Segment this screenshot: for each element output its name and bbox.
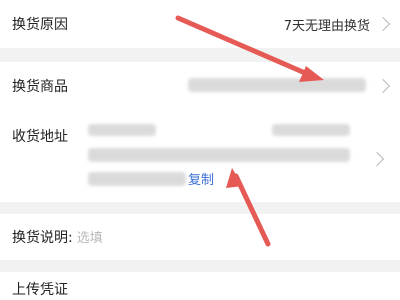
product-value-redacted	[188, 78, 366, 92]
note-label: 换货说明:	[12, 230, 73, 246]
upload-card: 上传凭证	[0, 272, 400, 300]
note-card: 换货说明:	[0, 214, 400, 260]
address-line2-redacted	[88, 172, 186, 186]
reason-row[interactable]: 换货原因 7天无理由换货	[12, 12, 391, 36]
product-label: 换货商品	[12, 79, 68, 95]
address-phone-redacted	[272, 124, 350, 136]
address-name-redacted	[88, 124, 156, 136]
upload-label: 上传凭证	[12, 282, 68, 298]
reason-label: 换货原因	[12, 17, 68, 33]
address-label: 收货地址	[12, 129, 68, 145]
chevron-right-icon[interactable]	[369, 151, 385, 167]
reason-value: 7天无理由换货	[283, 18, 370, 34]
upload-row: 上传凭证	[12, 278, 388, 300]
chevron-right-icon[interactable]	[375, 78, 391, 94]
address-line1-redacted	[88, 148, 350, 162]
note-row: 换货说明:	[12, 224, 388, 250]
copy-address-link[interactable]: 复制	[188, 169, 214, 188]
note-input[interactable]	[72, 229, 337, 245]
reason-card[interactable]: 换货原因 7天无理由换货	[0, 0, 400, 48]
product-address-card: 换货商品 收货地址 复制	[0, 62, 400, 202]
chevron-right-icon[interactable]	[375, 16, 391, 32]
